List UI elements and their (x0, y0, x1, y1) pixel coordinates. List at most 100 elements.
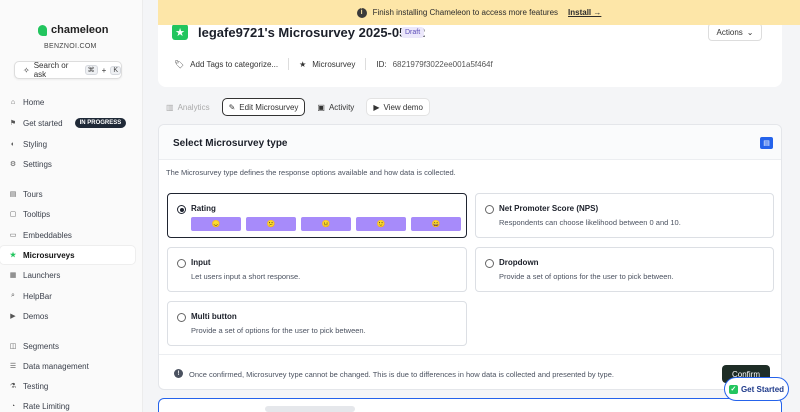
rate-icon: ◔ (10, 402, 16, 410)
divider (365, 58, 367, 70)
tab-label: Edit Microsurvey (239, 102, 299, 112)
radio-button[interactable] (177, 259, 186, 268)
shortcut-plus: + (101, 65, 107, 75)
option-nps[interactable]: Net Promoter Score (NPS) Respondents can… (475, 193, 774, 238)
option-rating[interactable]: Rating 😞 😕 😐 🙂 😄 (167, 193, 467, 238)
actions-label: Actions (716, 27, 743, 37)
option-title: Multi button (191, 312, 237, 321)
sidebar-item-settings[interactable]: ⚙ Settings (0, 155, 135, 173)
sidebar-item-rate-limiting[interactable]: ◔ Rate Limiting (0, 397, 135, 412)
search-button[interactable]: ✧ Search or ask ⌘ + K (14, 61, 122, 79)
search-label: Search or ask (33, 61, 69, 79)
sidebar-item-embeddables[interactable]: ▭ Embeddables (0, 226, 135, 244)
info-icon: i (356, 7, 367, 18)
tab-label: View demo (383, 102, 423, 112)
brand-logo[interactable]: chameleon (38, 24, 108, 36)
sidebar-item-label: Microsurveys (23, 250, 75, 260)
tag-icon: 🏷 (174, 59, 185, 69)
flag-icon: ⚑ (9, 120, 17, 127)
radio-button[interactable] (485, 205, 494, 214)
sidebar-item-testing[interactable]: ⚗ Testing (0, 377, 135, 395)
book-icon[interactable]: ▤ (760, 137, 773, 149)
radio-button[interactable] (177, 313, 186, 322)
analytics-icon: ▥ (166, 102, 174, 112)
option-description: Provide a set of options for the user to… (499, 272, 674, 281)
next-section-card (158, 398, 782, 412)
rating-preview: 😞 😕 😐 🙂 😄 (191, 217, 461, 231)
tab-analytics[interactable]: ▥ Analytics (160, 98, 216, 116)
option-title: Dropdown (499, 258, 539, 267)
panel-header: Select Microsurvey type ▤ (159, 125, 781, 160)
testing-icon: ⚗ (9, 383, 17, 390)
id-value[interactable]: 6821979f3022ee001a5f464f (393, 60, 493, 69)
sidebar-item-label: Testing (23, 381, 49, 391)
status-badge: IN PROGRESS (74, 118, 127, 128)
sidebar-item-styling[interactable]: ◐ Styling (0, 135, 135, 153)
panel-title: Select Microsurvey type (173, 138, 288, 149)
tab-label: Analytics (177, 102, 210, 112)
star-icon: ★ (299, 59, 307, 69)
radio-button[interactable] (177, 205, 186, 214)
tab-activity[interactable]: ▣ Activity (311, 98, 360, 116)
checkbox-icon: ✓ (728, 384, 738, 394)
meta-row: 🏷 Add Tags to categorize... ★ Microsurve… (174, 58, 493, 70)
sidebar-item-label: Get started (23, 118, 63, 128)
option-input[interactable]: Input Let users input a short response. (167, 247, 467, 292)
sidebar-item-label: Settings (23, 159, 52, 169)
radio-button[interactable] (485, 259, 494, 268)
sidebar-item-segments[interactable]: ◫ Segments (0, 337, 135, 355)
install-link[interactable]: Install → (568, 8, 601, 17)
sidebar-item-label: Embeddables (23, 230, 72, 240)
view-demo-button[interactable]: ▶ View demo (366, 98, 430, 116)
sidebar-item-demos[interactable]: ▶ Demos (0, 307, 135, 325)
chevron-down-icon: ⌄ (746, 27, 754, 37)
rating-emoji: 😐 (301, 217, 351, 231)
option-title: Net Promoter Score (NPS) (499, 204, 599, 213)
tab-label: Activity (328, 102, 355, 112)
info-icon: ! (174, 369, 183, 378)
sidebar-item-label: Home (23, 97, 45, 107)
sidebar-item-data-management[interactable]: ☰ Data management (0, 357, 135, 375)
chameleon-logo-icon (38, 24, 47, 36)
add-tags-button[interactable]: Add Tags to categorize... (190, 60, 278, 69)
star-icon: ★ (9, 252, 17, 259)
shortcut-key-k: K (110, 65, 121, 75)
sidebar-item-microsurveys[interactable]: ★ Microsurveys (0, 246, 135, 264)
tab-edit-microsurvey[interactable]: ✎ Edit Microsurvey (221, 98, 306, 116)
tours-icon: ▤ (9, 191, 17, 198)
sidebar-item-label: Demos (23, 311, 49, 321)
option-description: Let users input a short response. (191, 272, 301, 281)
activity-icon: ▣ (317, 102, 325, 112)
demo-icon: ▶ (10, 313, 16, 320)
paint-icon: ◐ (10, 140, 16, 148)
star-icon: ★ (172, 24, 188, 40)
get-started-label: Get Started (740, 384, 785, 394)
id-label: ID: (376, 59, 387, 69)
option-multi-button[interactable]: Multi button Provide a set of options fo… (167, 301, 467, 346)
actions-button[interactable]: Actions ⌄ (708, 23, 762, 41)
sidebar-item-helpbar[interactable]: ⌕ HelpBar (0, 287, 135, 305)
option-description: Respondents can choose likelihood betwee… (499, 218, 681, 227)
tooltip-icon: ▢ (9, 211, 17, 218)
get-started-button[interactable]: ✓ Get Started (724, 377, 789, 401)
database-icon: ☰ (9, 363, 17, 370)
sidebar-item-label: Tooltips (23, 209, 51, 219)
edit-icon: ✎ (228, 102, 236, 112)
launcher-icon: ▦ (9, 272, 17, 279)
option-dropdown[interactable]: Dropdown Provide a set of options for th… (475, 247, 774, 292)
sidebar-item-tours[interactable]: ▤ Tours (0, 185, 135, 203)
panel-description: The Microsurvey type defines the respons… (166, 168, 456, 177)
sidebar-item-home[interactable]: ⌂ Home (0, 93, 135, 111)
sidebar-item-tooltips[interactable]: ▢ Tooltips (0, 205, 135, 223)
sidebar-item-launchers[interactable]: ▦ Launchers (0, 266, 135, 284)
banner-message: Finish installing Chameleon to access mo… (372, 8, 559, 17)
placeholder-bar (265, 406, 355, 412)
helpbar-icon: ⌕ (11, 292, 15, 299)
rating-emoji: 🙂 (356, 217, 406, 231)
option-title: Input (191, 258, 211, 267)
page-title[interactable]: legafe9721's Microsurvey 2025-05-12 (198, 25, 425, 40)
brand-name: chameleon (51, 24, 109, 36)
sidebar-item-get-started[interactable]: ⚑ Get started IN PROGRESS (0, 114, 135, 132)
sidebar-item-label: Launchers (23, 270, 61, 280)
sparkle-icon: ✧ (23, 65, 30, 75)
